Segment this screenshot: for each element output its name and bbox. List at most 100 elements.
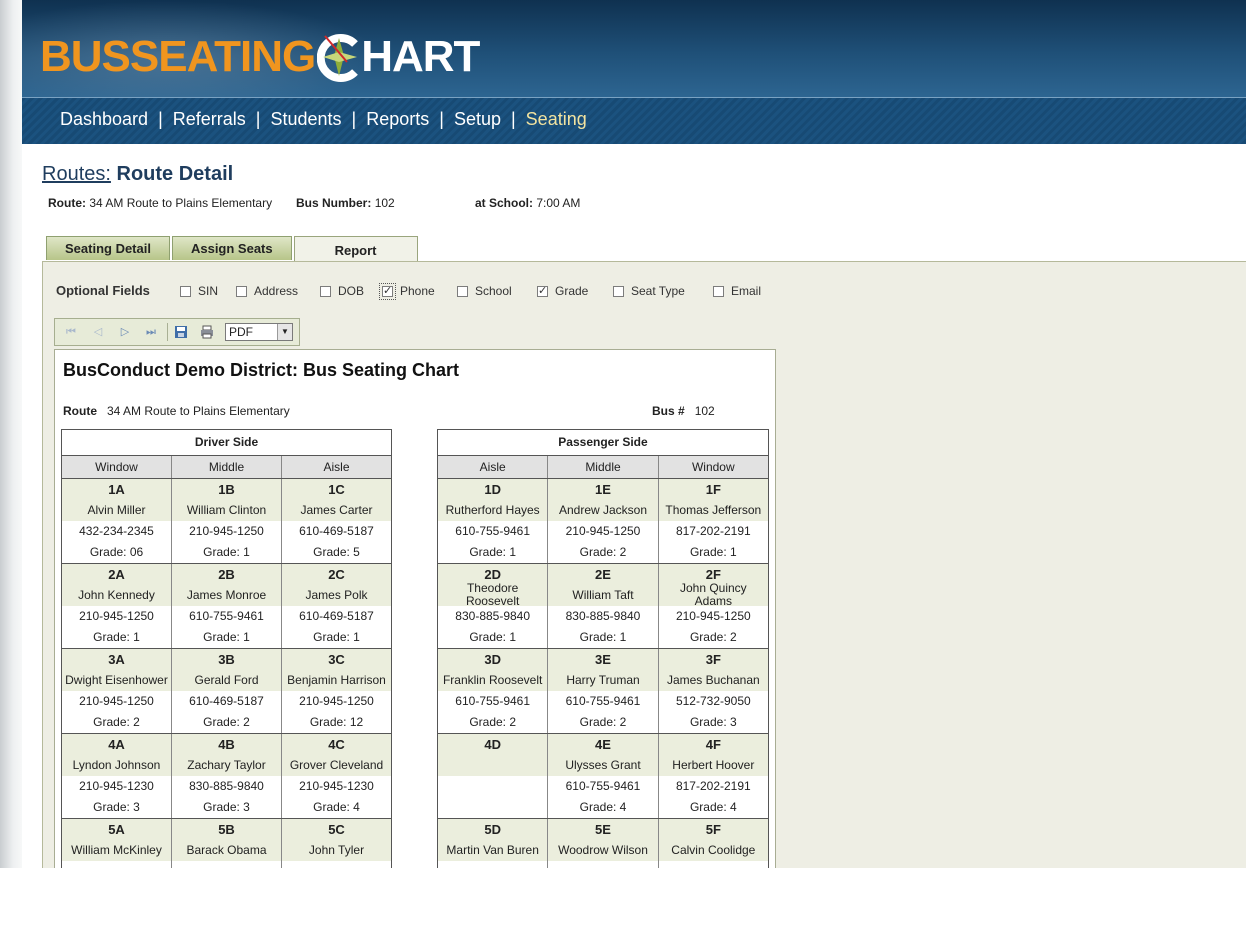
- seat-header: 4D: [438, 734, 548, 776]
- student-phone: 610-755-9461: [438, 521, 548, 542]
- option-sin[interactable]: SIN: [180, 284, 218, 298]
- seat-id: 3C: [328, 652, 345, 667]
- seat-cell[interactable]: 3A Dwight Eisenhower 210-945-1250 Grade: 2: [62, 649, 172, 733]
- address-checkbox[interactable]: [236, 285, 247, 297]
- seat-cell[interactable]: 2D Theodore Roosevelt 830-885-9840 Grade: 1: [438, 564, 549, 648]
- nav-label: Setup: [453, 109, 501, 129]
- seat-cell[interactable]: 4F Herbert Hoover 817-202-2191 Grade: 4: [658, 734, 768, 818]
- nav-item-seating[interactable]: Seating: [526, 109, 587, 130]
- seat-row: 4A Lyndon Johnson 210-945-1230 Grade: 3 4B Za…: [62, 734, 391, 819]
- student-phone: [548, 861, 658, 868]
- compass-c-icon: [316, 32, 363, 82]
- column-header: Aisle: [438, 456, 549, 478]
- seat-cell[interactable]: 1E Andrew Jackson 210-945-1250 Grade: 2: [548, 479, 659, 563]
- seat-id: 4D: [484, 737, 501, 752]
- seat-cell[interactable]: 3E Harry Truman 610-755-9461 Grade: 2: [548, 649, 659, 733]
- tab-assign-seats[interactable]: Assign Seats: [171, 236, 292, 260]
- phone-checkbox[interactable]: [379, 282, 396, 300]
- seat-id: 1F: [705, 482, 721, 497]
- seat-cell[interactable]: 3C Benjamin Harrison 210-945-1250 Grade: 12: [282, 649, 391, 733]
- student-phone: 210-945-1250: [658, 606, 768, 627]
- seat-cell[interactable]: 5D Martin Van Buren: [438, 819, 549, 868]
- email-checkbox[interactable]: [713, 285, 724, 297]
- seat-cell[interactable]: 4B Zachary Taylor 830-885-9840 Grade: 3: [172, 734, 282, 818]
- student-phone: 610-755-9461: [548, 691, 658, 712]
- dob-checkbox[interactable]: [320, 285, 331, 297]
- tab-report[interactable]: Report: [293, 236, 418, 263]
- print-icon[interactable]: [200, 325, 214, 339]
- seat-cell[interactable]: 1B William Clinton 210-945-1250 Grade: 1: [172, 479, 282, 563]
- student-grade: Grade: 2: [172, 712, 281, 733]
- option-dob[interactable]: DOB: [320, 284, 364, 298]
- school-checkbox[interactable]: [457, 285, 468, 297]
- seat-cell[interactable]: 5B Barack Obama: [172, 819, 282, 868]
- previous-page-icon[interactable]: ◁: [91, 325, 105, 339]
- seat-cell[interactable]: 1C James Carter 610-469-5187 Grade: 5: [282, 479, 391, 563]
- option-seat-type[interactable]: Seat Type: [613, 284, 685, 298]
- save-icon[interactable]: [174, 325, 188, 339]
- next-page-icon[interactable]: ▷: [118, 325, 132, 339]
- driver-side-title: Driver Side: [62, 430, 391, 456]
- nav-separator: |: [255, 109, 261, 129]
- student-phone: 610-469-5187: [282, 521, 391, 542]
- first-page-icon[interactable]: ⏮: [64, 325, 78, 339]
- optional-fields-label: Optional Fields: [56, 283, 150, 298]
- chevron-down-icon[interactable]: ▼: [277, 324, 292, 340]
- seat-id: 2E: [595, 567, 611, 582]
- student-name: Lyndon Johnson: [72, 757, 161, 772]
- seat-id: 5C: [328, 822, 345, 837]
- student-grade: Grade: 1: [62, 627, 171, 648]
- option-phone[interactable]: Phone: [379, 282, 435, 300]
- student-name: Thomas Jefferson: [665, 502, 762, 517]
- seat-cell[interactable]: 2F John Quincy Adams 210-945-1250 Grade: 2: [658, 564, 768, 648]
- seat-cell[interactable]: 2C James Polk 610-469-5187 Grade: 1: [282, 564, 391, 648]
- seat-cell[interactable]: 5A William McKinley: [62, 819, 172, 868]
- seat-cell[interactable]: 4D: [438, 734, 549, 818]
- grade-label: Grade: [555, 284, 589, 298]
- seat-header: 3C Benjamin Harrison: [282, 649, 391, 691]
- seat-cell[interactable]: 5F Calvin Coolidge: [658, 819, 768, 868]
- seat-header: 1B William Clinton: [172, 479, 281, 521]
- student-name: Dwight Eisenhower: [65, 672, 168, 687]
- tab-seating-detail[interactable]: Seating Detail: [46, 236, 170, 260]
- seat-cell[interactable]: 2A John Kennedy 210-945-1250 Grade: 1: [62, 564, 172, 648]
- seat-cell[interactable]: 5E Woodrow Wilson: [548, 819, 659, 868]
- option-address[interactable]: Address: [236, 284, 298, 298]
- last-page-icon[interactable]: ⏭: [144, 325, 158, 339]
- seat-header: 4B Zachary Taylor: [172, 734, 281, 776]
- nav-item-dashboard[interactable]: Dashboard: [60, 109, 148, 130]
- nav-item-referrals[interactable]: Referrals: [173, 109, 246, 130]
- option-email[interactable]: Email: [713, 284, 761, 298]
- report-route-label: Route: [63, 404, 97, 418]
- option-school[interactable]: School: [457, 284, 512, 298]
- nav-item-setup[interactable]: Setup: [454, 109, 501, 130]
- brand-logo[interactable]: BUSSEATING HART: [40, 32, 480, 82]
- seat-type-checkbox[interactable]: [613, 285, 624, 297]
- seat-cell[interactable]: 1A Alvin Miller 432-234-2345 Grade: 06: [62, 479, 172, 563]
- seat-cell[interactable]: 4E Ulysses Grant 610-755-9461 Grade: 4: [548, 734, 659, 818]
- seat-cell[interactable]: 2E William Taft 830-885-9840 Grade: 1: [548, 564, 659, 648]
- nav-item-students[interactable]: Students: [270, 109, 341, 130]
- student-grade: Grade: 1: [658, 542, 768, 563]
- export-format-select[interactable]: PDF ▼: [225, 323, 293, 341]
- seat-cell[interactable]: 4C Grover Cleveland 210-945-1230 Grade: 4: [282, 734, 391, 818]
- bus-number-label: Bus Number:: [296, 196, 372, 210]
- seat-cell[interactable]: 5C John Tyler: [282, 819, 391, 868]
- email-label: Email: [731, 284, 762, 298]
- grade-checkbox[interactable]: [537, 284, 548, 297]
- seat-row: 4D 4E Ulysses Grant 610-755-9461 Grade: 4 4F H…: [438, 734, 768, 819]
- sin-checkbox[interactable]: [180, 285, 191, 297]
- seat-cell[interactable]: 4A Lyndon Johnson 210-945-1230 Grade: 3: [62, 734, 172, 818]
- seat-id: 2A: [108, 567, 125, 582]
- nav-item-reports[interactable]: Reports: [366, 109, 429, 130]
- breadcrumb-routes-link[interactable]: Routes:: [42, 163, 111, 185]
- seat-cell[interactable]: 1F Thomas Jefferson 817-202-2191 Grade: 1: [658, 479, 768, 563]
- option-grade[interactable]: Grade: [537, 284, 588, 298]
- seat-cell[interactable]: 1D Rutherford Hayes 610-755-9461 Grade: 1: [438, 479, 549, 563]
- seat-cell[interactable]: 3B Gerald Ford 610-469-5187 Grade: 2: [172, 649, 282, 733]
- nav-separator: |: [351, 109, 357, 129]
- seat-cell[interactable]: 3F James Buchanan 512-732-9050 Grade: 3: [658, 649, 768, 733]
- seat-cell[interactable]: 2B James Monroe 610-755-9461 Grade: 1: [172, 564, 282, 648]
- seat-header: 5F Calvin Coolidge: [658, 819, 768, 861]
- seat-cell[interactable]: 3D Franklin Roosevelt 610-755-9461 Grade: 2: [438, 649, 549, 733]
